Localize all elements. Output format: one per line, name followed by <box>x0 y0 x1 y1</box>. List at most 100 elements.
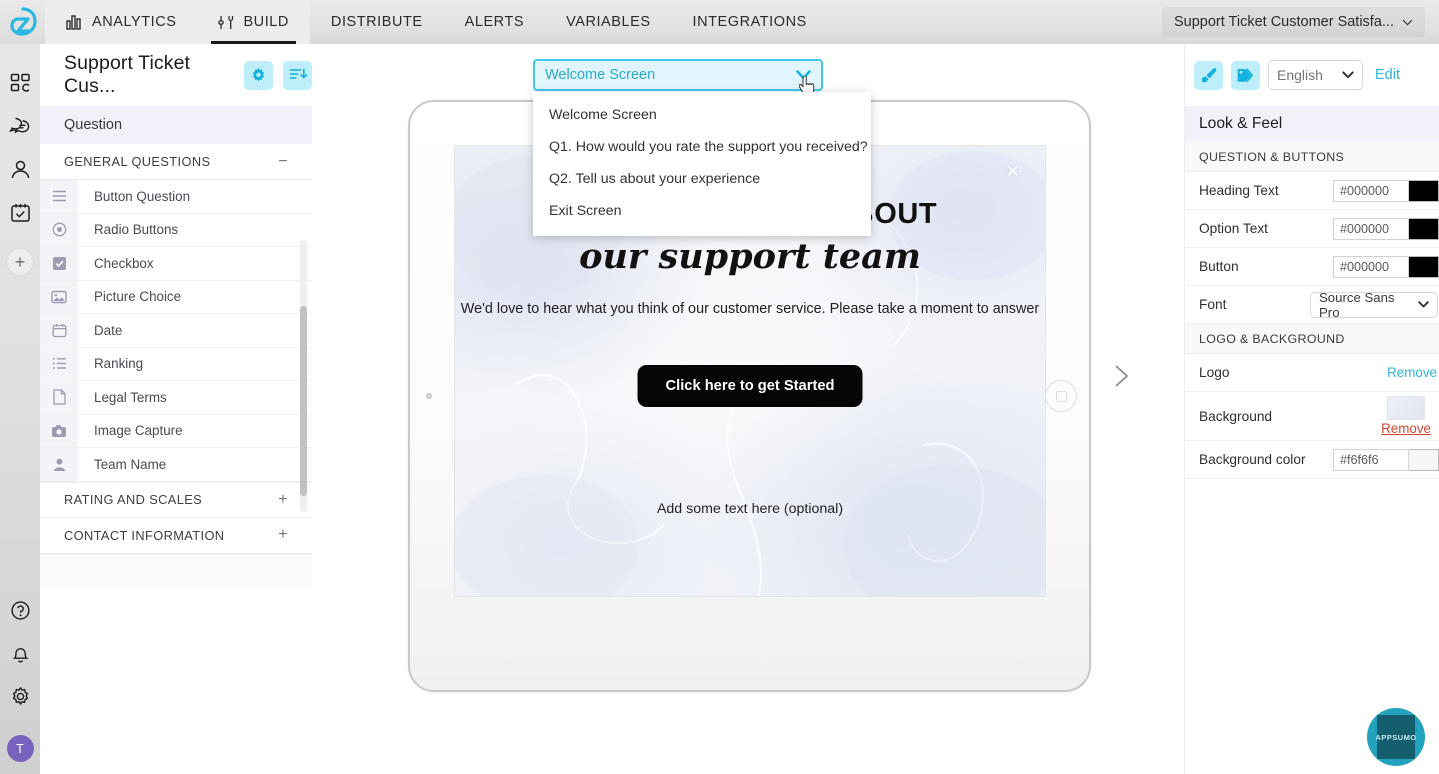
row-font-label: Font <box>1199 297 1227 312</box>
feedback-chat-icon[interactable] <box>0 105 40 148</box>
survey-canvas: ✕ YOUR FEEDBACK ABOUT our support team W… <box>312 44 1184 774</box>
row-button-color: Button #000000 <box>1185 248 1439 286</box>
appsumo-label: APPSUMO <box>1375 715 1416 759</box>
dropdown-option-welcome-screen[interactable]: Welcome Screen <box>533 99 871 131</box>
row-option-text: Option Text #000000 <box>1185 210 1439 248</box>
tab-distribute-label: DISTRIBUTE <box>330 14 423 30</box>
tab-analytics-label: ANALYTICS <box>92 14 177 30</box>
row-background: Background Remove <box>1185 392 1439 441</box>
dropdown-option-q2[interactable]: Q2. Tell us about your experience <box>533 163 871 195</box>
camera-icon <box>40 414 78 447</box>
tasks-calendar-icon[interactable] <box>0 191 40 234</box>
screen-selector-value: Welcome Screen <box>545 67 656 83</box>
edit-link[interactable]: Edit <box>1375 67 1400 83</box>
screen-selector[interactable]: Welcome Screen <box>533 59 823 95</box>
background-remove-link[interactable]: Remove <box>1381 421 1431 436</box>
button-hex-input[interactable]: #000000 <box>1333 255 1409 278</box>
option-text-hex-input[interactable]: #000000 <box>1333 217 1409 240</box>
list-item[interactable]: Button Question <box>40 180 312 214</box>
background-color-swatch[interactable] <box>1409 448 1439 471</box>
panel-footer <box>40 553 312 586</box>
screen-selector-wrapper: Welcome Screen Welcome Screen Q1. How wo… <box>533 59 871 236</box>
tab-variables[interactable]: VARIABLES <box>545 0 671 44</box>
language-selector[interactable]: English <box>1268 60 1363 90</box>
chevron-down-icon <box>1418 301 1429 308</box>
panel-title-row: Support Ticket Cus... <box>40 44 312 106</box>
background-color-hex-input[interactable]: #f6f6f6 <box>1333 448 1409 471</box>
close-x-icon[interactable]: ✕ <box>1006 163 1020 180</box>
row-background-color: Background color #f6f6f6 <box>1185 441 1439 479</box>
list-item[interactable]: Image Capture <box>40 414 312 448</box>
tab-analytics[interactable]: ANALYTICS <box>45 0 198 44</box>
preview-heading-line2: our support team <box>579 236 921 277</box>
scrollbar-thumb[interactable] <box>300 306 307 496</box>
font-selector-value: Source Sans Pro <box>1319 289 1395 320</box>
tablet-home-button[interactable] <box>1045 380 1077 412</box>
chevron-down-icon <box>1402 19 1413 26</box>
tab-alerts[interactable]: ALERTS <box>444 0 545 44</box>
preview-optional-text[interactable]: Add some text here (optional) <box>455 501 1045 517</box>
row-button-color-label: Button <box>1199 259 1239 274</box>
checkbox-icon <box>40 247 78 280</box>
button-color-swatch[interactable] <box>1409 255 1439 278</box>
list-item[interactable]: Ranking <box>40 347 312 381</box>
tab-build-label: BUILD <box>243 14 289 30</box>
calendar-icon <box>40 314 78 347</box>
list-item[interactable]: Radio Buttons <box>40 213 312 247</box>
tab-variables-label: VARIABLES <box>566 14 651 30</box>
logo-remove-link[interactable]: Remove <box>1387 365 1439 380</box>
tablet-camera-dot <box>426 393 432 399</box>
project-selector[interactable]: Support Ticket Customer Satisfa... <box>1161 7 1425 37</box>
question-type-list: Button Question Radio Buttons Checkbox P… <box>40 180 312 482</box>
heading-text-swatch[interactable] <box>1409 179 1439 202</box>
radio-circle-icon <box>40 213 78 246</box>
group-contact-information[interactable]: CONTACT INFORMATION + <box>40 517 312 554</box>
top-navigation-bar: ANALYTICS BUILD DISTRIBUTE ALERTS VARIAB… <box>0 0 1439 44</box>
help-circle-icon[interactable] <box>0 589 40 632</box>
tags-icon[interactable] <box>1231 60 1260 90</box>
option-text-swatch[interactable] <box>1409 217 1439 240</box>
list-item[interactable]: Team Name <box>40 448 312 482</box>
list-item[interactable]: Legal Terms <box>40 381 312 415</box>
look-and-feel-title: Look & Feel <box>1185 106 1439 142</box>
list-item[interactable]: Checkbox <box>40 247 312 281</box>
background-preview-cell: Remove <box>1381 396 1439 436</box>
next-screen-arrow[interactable] <box>1107 362 1135 390</box>
paintbrush-icon[interactable] <box>1194 60 1223 90</box>
logic-flow-icon[interactable] <box>283 60 312 90</box>
chevron-down-icon <box>1342 71 1354 79</box>
add-button[interactable]: + <box>6 248 34 276</box>
appsumo-badge[interactable]: APPSUMO <box>1367 708 1425 766</box>
list-item-label: Button Question <box>94 188 191 204</box>
expand-icon: + <box>278 526 288 543</box>
grid-apps-icon[interactable] <box>0 62 40 105</box>
row-background-color-label: Background color <box>1199 452 1306 467</box>
background-thumbnail[interactable] <box>1387 396 1426 420</box>
contacts-person-icon[interactable] <box>0 148 40 191</box>
get-started-button[interactable]: Click here to get Started <box>637 365 863 407</box>
notification-bell-icon[interactable] <box>0 632 40 675</box>
group-general-questions-label: GENERAL QUESTIONS <box>64 154 211 169</box>
tab-distribute[interactable]: DISTRIBUTE <box>310 0 444 44</box>
question-list-scrollbar[interactable] <box>300 240 307 512</box>
settings-gear-icon[interactable] <box>0 675 40 718</box>
avatar[interactable]: T <box>6 735 34 762</box>
zonka-logo[interactable] <box>0 0 45 44</box>
expand-icon: + <box>278 490 288 508</box>
topbar-right: Support Ticket Customer Satisfa... <box>1161 0 1439 44</box>
group-general-questions[interactable]: GENERAL QUESTIONS − <box>40 144 312 180</box>
tab-integrations[interactable]: INTEGRATIONS <box>672 0 828 44</box>
language-selector-value: English <box>1277 67 1323 83</box>
font-selector[interactable]: Source Sans Pro <box>1310 289 1438 320</box>
list-lines-icon <box>40 180 78 213</box>
group-rating-and-scales[interactable]: RATING AND SCALES + <box>40 481 312 518</box>
left-icon-rail: + T <box>0 44 40 774</box>
dropdown-option-q1[interactable]: Q1. How would you rate the support you r… <box>533 131 871 163</box>
list-item[interactable]: Date <box>40 314 312 348</box>
tab-build[interactable]: BUILD <box>197 0 310 44</box>
settings-gear-icon[interactable] <box>244 60 273 90</box>
list-item[interactable]: Picture Choice <box>40 280 312 314</box>
question-section-header: Question <box>40 106 312 144</box>
dropdown-option-exit-screen[interactable]: Exit Screen <box>533 195 871 227</box>
heading-text-hex-input[interactable]: #000000 <box>1333 179 1409 202</box>
